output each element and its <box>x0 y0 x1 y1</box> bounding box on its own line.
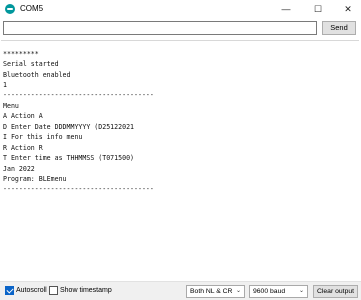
output-line: Jan 2022 <box>3 165 35 173</box>
output-line: D Enter Date DDDMMYYYY (D25122021 <box>3 123 135 131</box>
serial-input-field[interactable] <box>3 21 317 35</box>
show-timestamp-checkbox[interactable] <box>49 286 58 295</box>
output-line: Serial started <box>3 60 59 68</box>
maximize-button[interactable]: ☐ <box>305 0 331 18</box>
baud-rate-value: 9600 baud <box>253 288 286 295</box>
baud-rate-select[interactable]: 9600 baud ⌄ <box>249 285 308 298</box>
output-line: I For this info menu <box>3 133 83 141</box>
send-button[interactable]: Send <box>322 21 356 35</box>
autoscroll-label: Autoscroll <box>16 287 47 294</box>
arduino-logo-icon <box>5 4 15 14</box>
line-ending-select[interactable]: Both NL & CR ⌄ <box>186 285 245 298</box>
show-timestamp-label: Show timestamp <box>60 287 112 294</box>
serial-output-area[interactable]: ********* Serial started Bluetooth enabl… <box>1 40 359 280</box>
line-ending-value: Both NL & CR <box>190 288 233 295</box>
clear-output-button[interactable]: Clear output <box>313 285 358 298</box>
minimize-button[interactable]: — <box>273 0 299 18</box>
close-button[interactable]: ✕ <box>335 0 361 18</box>
bottom-toolbar: Autoscroll Show timestamp Both NL & CR ⌄… <box>0 281 361 300</box>
output-line: -------------------------------------- <box>3 91 154 99</box>
output-line: T Enter time as THHMMSS (T071500) <box>3 154 135 162</box>
output-line: A Action A <box>3 112 43 120</box>
output-line: 1 <box>3 81 7 89</box>
output-line: ********* <box>3 50 39 58</box>
chevron-down-icon: ⌄ <box>235 288 241 294</box>
title-bar: COM5 — ☐ ✕ <box>0 0 361 18</box>
output-line: R Action R <box>3 144 43 152</box>
output-line: -------------------------------------- <box>3 185 154 193</box>
send-row: Send <box>0 18 361 38</box>
autoscroll-checkbox[interactable] <box>5 286 14 295</box>
output-line: Menu <box>3 102 19 110</box>
output-line: Bluetooth enabled <box>3 71 71 79</box>
output-line: Program: BLEmenu <box>3 175 67 183</box>
window-title: COM5 <box>20 4 44 13</box>
chevron-down-icon: ⌄ <box>298 288 304 294</box>
